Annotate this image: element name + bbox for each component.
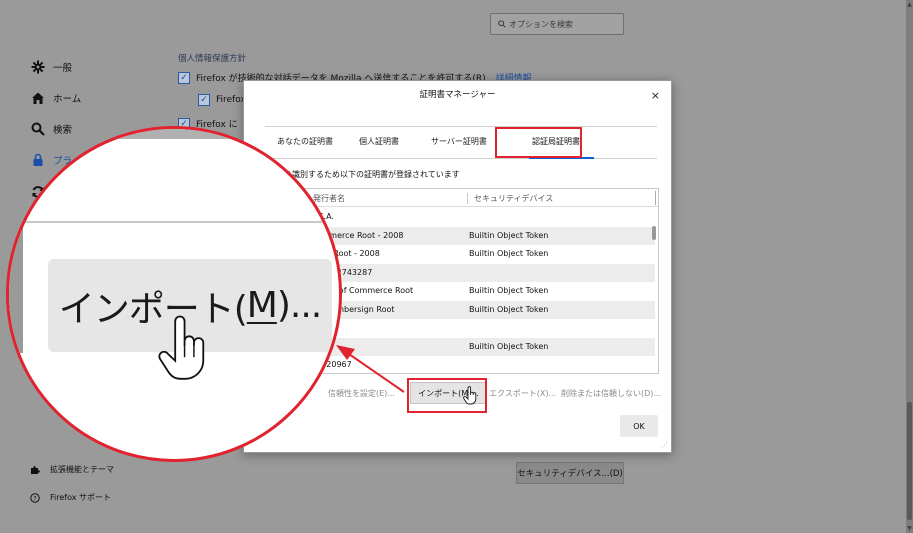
tab-servers[interactable]: サーバー証明書 bbox=[431, 136, 487, 147]
table-header: 発行者名 セキュリティデバイス bbox=[285, 189, 658, 207]
cert-device: Builtin Object Token bbox=[469, 341, 549, 351]
zoomed-hand-cursor-icon bbox=[158, 315, 205, 380]
button-label: エクスポート(X)... bbox=[489, 388, 557, 398]
table-row[interactable]: Commerce Root - 2008 Builtin Object Token bbox=[285, 226, 655, 245]
description-text: を識別するため以下の証明書が登録されています bbox=[284, 170, 460, 179]
tab-people[interactable]: 個人証明書 bbox=[359, 136, 399, 147]
sidebar-item-label: 拡張機能とテーマ bbox=[50, 465, 114, 474]
scroll-thumb[interactable] bbox=[907, 402, 912, 520]
hand-cursor-icon bbox=[463, 386, 477, 405]
home-icon bbox=[30, 90, 45, 105]
zoomed-label-suffix: )... bbox=[276, 285, 322, 326]
zoom-magnifier: インポート(M)... bbox=[6, 126, 342, 462]
sidebar-item-support[interactable]: ? Firefox サポート bbox=[30, 492, 111, 503]
sub-option[interactable]: ✓ Firefox bbox=[198, 94, 246, 106]
scroll-down-icon[interactable]: ▼ bbox=[906, 525, 913, 532]
lock-icon bbox=[30, 152, 45, 167]
sidebar-item-home[interactable]: ホーム bbox=[30, 90, 81, 105]
tab-highlight-box bbox=[495, 127, 582, 158]
cert-device: Builtin Object Token bbox=[469, 230, 549, 240]
zoomed-label-key: M bbox=[246, 285, 278, 326]
zoom-divider bbox=[9, 221, 339, 223]
close-icon[interactable]: × bbox=[651, 89, 660, 102]
table-row[interactable]: 58520967 bbox=[285, 356, 655, 373]
dialog-title: 証明書マネージャー bbox=[419, 90, 496, 100]
security-devices-button[interactable]: セキュリティデバイス...(D) bbox=[516, 462, 624, 484]
button-label: セキュリティデバイス...(D) bbox=[517, 469, 623, 479]
scroll-up-icon[interactable]: ▲ bbox=[906, 1, 913, 8]
zoomed-label-prefix: インポート( bbox=[58, 288, 248, 330]
puzzle-icon bbox=[30, 465, 40, 475]
option-label: Firefox bbox=[216, 95, 246, 105]
resize-grip-icon[interactable]: ⋰ bbox=[661, 441, 668, 449]
table-row[interactable]: a S.A. bbox=[285, 208, 655, 227]
export-button[interactable]: エクスポート(X)... bbox=[489, 382, 556, 404]
table-scrollbar[interactable] bbox=[652, 208, 657, 368]
cert-device: Builtin Object Token bbox=[469, 304, 549, 314]
table-row[interactable]: rsign Root - 2008 Builtin Object Token bbox=[285, 245, 655, 264]
checkbox-checked[interactable]: ✓ bbox=[178, 71, 190, 84]
cert-device: Builtin Object Token bbox=[469, 286, 549, 295]
column-header-device[interactable]: セキュリティデバイス bbox=[467, 193, 553, 204]
table-row[interactable]: Builtin Object Token bbox=[285, 337, 655, 356]
zoom-background bbox=[9, 223, 23, 353]
checkbox-checked[interactable]: ✓ bbox=[198, 94, 210, 106]
search-icon bbox=[498, 20, 506, 28]
gear-icon bbox=[30, 59, 45, 74]
help-icon: ? bbox=[30, 492, 40, 503]
button-label: OK bbox=[633, 421, 645, 431]
table-row[interactable] bbox=[285, 319, 655, 338]
svg-text:?: ? bbox=[33, 494, 36, 502]
delete-button[interactable]: 削除または信頼しない(D)... bbox=[561, 382, 661, 404]
edit-trust-button[interactable]: 信頼性を設定(E)... bbox=[328, 382, 395, 404]
table-scroll-thumb[interactable] bbox=[652, 226, 656, 240]
button-label: 削除または信頼しない(D)... bbox=[561, 388, 662, 398]
page-scrollbar[interactable]: ▲ ▼ bbox=[906, 0, 913, 533]
sidebar-item-label: 一般 bbox=[53, 62, 73, 74]
section-heading: 個人情報保護方針 bbox=[178, 54, 247, 64]
column-header-name[interactable]: 発行者名 bbox=[313, 193, 345, 204]
sidebar-item-label: Firefox サポート bbox=[50, 493, 112, 502]
sidebar-item-general[interactable]: 一般 bbox=[30, 59, 72, 74]
cert-device: Builtin Object Token bbox=[469, 249, 549, 258]
search-placeholder: オプションを検索 bbox=[509, 20, 573, 29]
sidebar-item-addons[interactable]: 拡張機能とテーマ bbox=[30, 464, 114, 475]
search-input[interactable]: オプションを検索 bbox=[490, 13, 624, 35]
ok-button[interactable]: OK bbox=[620, 415, 658, 437]
sidebar-item-label: ホーム bbox=[53, 93, 82, 105]
button-label: 信頼性を設定(E)... bbox=[328, 388, 395, 398]
column-divider bbox=[655, 191, 656, 205]
zoom-background bbox=[9, 129, 339, 139]
